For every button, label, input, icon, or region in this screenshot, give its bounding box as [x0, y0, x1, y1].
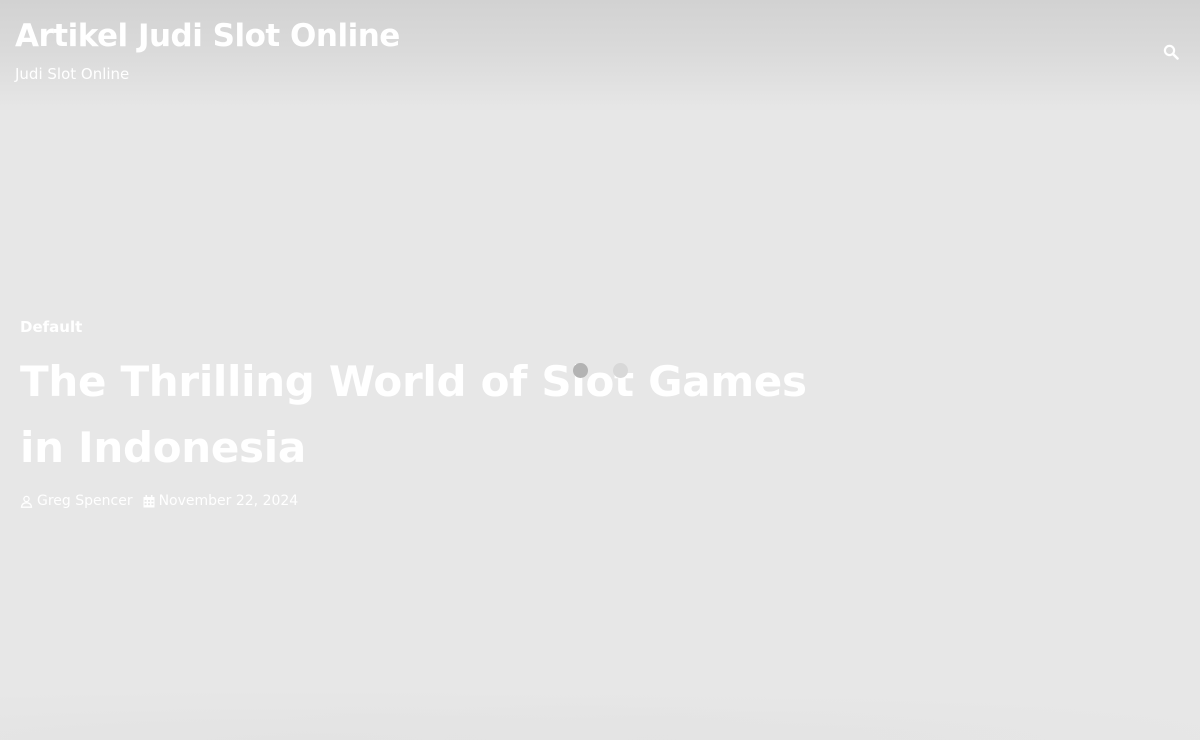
post-date-link[interactable]: November 22, 2024	[143, 491, 299, 511]
calendar-icon	[143, 494, 155, 507]
site-title[interactable]: Artikel Judi Slot Online	[15, 16, 400, 56]
loading-spinner	[573, 363, 629, 379]
post-author-link[interactable]: Greg Spencer	[20, 491, 133, 511]
post-category-link[interactable]: Default	[20, 317, 82, 337]
loader-dot	[613, 363, 628, 378]
post-title: The Thrilling World of Slot Games in Ind…	[20, 357, 807, 472]
post-author: Greg Spencer	[37, 493, 133, 509]
site-tagline: Judi Slot Online	[15, 65, 130, 83]
user-icon	[20, 495, 33, 508]
post-meta: Greg Spencer November 22, 2024	[20, 491, 298, 511]
loader-dot	[573, 363, 588, 378]
search-button[interactable]	[1160, 42, 1182, 64]
background-decoration	[0, 680, 1200, 740]
site-header: Artikel Judi Slot Online Judi Slot Onlin…	[0, 0, 1200, 112]
post-date: November 22, 2024	[158, 493, 299, 509]
search-icon	[1163, 44, 1179, 60]
